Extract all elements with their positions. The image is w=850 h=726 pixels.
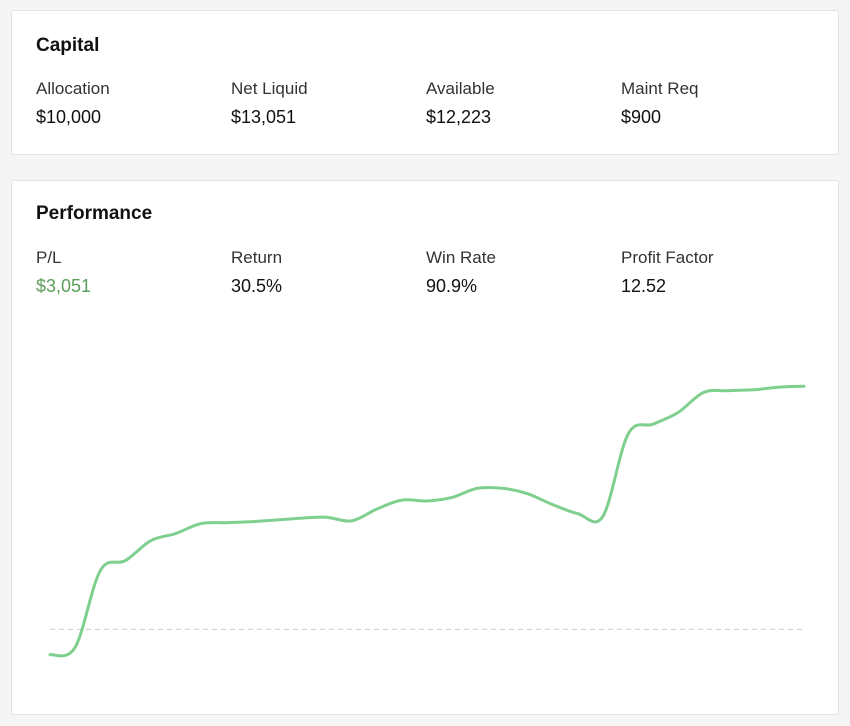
stat-win-rate: Win Rate 90.9% [426, 248, 621, 297]
stat-label: Win Rate [426, 248, 496, 267]
chart-series-line [48, 384, 806, 658]
stat-value: $10,000 [36, 107, 102, 127]
stat-return: Return 30.5% [231, 248, 426, 297]
performance-title: Performance [36, 203, 153, 224]
capital-card: Capital Allocation $10,000 Net Liquid $1… [11, 10, 839, 155]
stat-value: $900 [621, 107, 662, 127]
stat-label: P/L [36, 248, 62, 267]
stat-label: Return [231, 248, 283, 267]
stat-label: Maint Req [621, 79, 699, 98]
stat-value-pl: $3,051 [36, 276, 92, 296]
stat-value: 30.5% [231, 276, 283, 296]
stat-value: 90.9% [426, 276, 478, 296]
stat-allocation: Allocation $10,000 [36, 79, 231, 128]
stat-maint-req: Maint Req $900 [621, 79, 816, 128]
performance-card: Performance P/L $3,051 Return 30.5% Win … [11, 180, 839, 715]
stat-available: Available $12,223 [426, 79, 621, 128]
stat-value: $13,051 [231, 107, 297, 127]
stat-label: Allocation [36, 79, 110, 98]
stat-label: Available [426, 79, 495, 98]
stat-label: Profit Factor [621, 248, 714, 267]
stat-value: 12.52 [621, 276, 667, 296]
stat-profit-factor: Profit Factor 12.52 [621, 248, 816, 297]
performance-stats: P/L $3,051 Return 30.5% Win Rate 90.9% P… [36, 248, 816, 297]
stat-net-liquid: Net Liquid $13,051 [231, 79, 426, 128]
stat-value: $12,223 [426, 107, 492, 127]
capital-stats: Allocation $10,000 Net Liquid $13,051 Av… [36, 79, 816, 128]
stat-label: Net Liquid [231, 79, 308, 98]
capital-title: Capital [36, 35, 100, 56]
stat-pl: P/L $3,051 [36, 248, 231, 297]
